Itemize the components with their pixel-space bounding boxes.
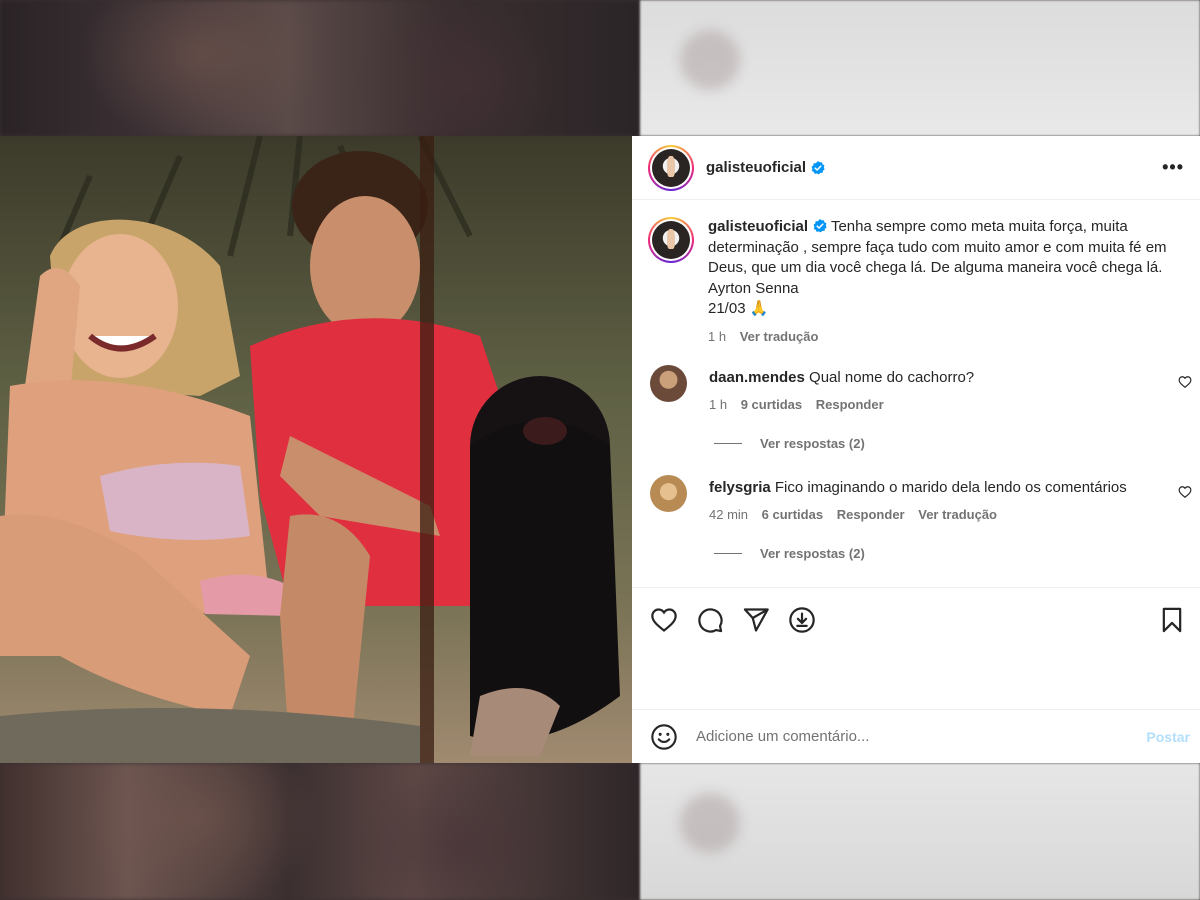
comment-item: daan.mendes Qual nome do cachorro? 1 h 9…	[632, 364, 1200, 412]
comment-meta: 42 min 6 curtidas Responder Ver tradução	[709, 507, 1184, 522]
add-comment-bar: Postar	[632, 709, 1200, 763]
comment-icon[interactable]	[696, 606, 724, 634]
post-comment-button[interactable]: Postar	[1146, 729, 1190, 745]
download-icon[interactable]	[788, 606, 816, 634]
caption-username[interactable]: galisteuoficial	[708, 218, 808, 235]
comment-item: felysgria Fico imaginando o marido dela …	[632, 474, 1200, 522]
see-translation-link[interactable]: Ver tradução	[740, 329, 819, 344]
commenter-username[interactable]: daan.mendes	[709, 369, 805, 386]
pray-emoji: 🙏	[749, 300, 769, 317]
comment-text-block: daan.mendes Qual nome do cachorro?	[709, 365, 1184, 388]
bookmark-icon[interactable]	[1158, 606, 1186, 634]
comment-text-block: felysgria Fico imaginando o marido dela …	[709, 475, 1184, 498]
post-header: galisteuoficial •••	[632, 136, 1200, 200]
author-username[interactable]: galisteuoficial	[706, 159, 806, 176]
post-photo-illustration	[0, 136, 632, 763]
verified-badge-icon	[813, 219, 827, 233]
comment-meta: 1 h 9 curtidas Responder	[709, 397, 1184, 412]
commenter-username[interactable]: felysgria	[709, 479, 771, 496]
replies-divider-line	[714, 442, 742, 444]
blurred-backdrop-top	[0, 0, 1200, 136]
post-photo	[0, 136, 632, 763]
more-options-icon[interactable]: •••	[1162, 157, 1184, 178]
comment-text: Fico imaginando o marido dela lendo os c…	[774, 478, 1127, 496]
commenter-avatar[interactable]	[650, 364, 687, 402]
comment-likes-count[interactable]: 6 curtidas	[762, 507, 823, 522]
caption-author-avatar[interactable]	[648, 217, 694, 263]
view-replies-label: Ver respostas (2)	[760, 545, 865, 561]
caption-text-block: galisteuoficial Tenha sempre como meta m…	[708, 217, 1184, 320]
comment-timestamp[interactable]: 1 h	[709, 397, 727, 412]
post-actions-bar	[632, 587, 1200, 651]
see-translation-link[interactable]: Ver tradução	[918, 507, 997, 522]
blurred-backdrop-bottom	[0, 763, 1200, 900]
like-comment-heart-icon[interactable]	[1178, 375, 1192, 389]
reply-link[interactable]: Responder	[816, 397, 884, 412]
reply-link[interactable]: Responder	[837, 507, 905, 522]
emoji-icon[interactable]	[650, 723, 678, 751]
comments-section[interactable]: galisteuoficial Tenha sempre como meta m…	[632, 201, 1200, 587]
post-caption: galisteuoficial Tenha sempre como meta m…	[632, 201, 1200, 344]
author-avatar[interactable]	[648, 144, 694, 191]
post-panel: galisteuoficial ••• galisteuoficial Tenh…	[632, 136, 1200, 763]
comment-timestamp[interactable]: 42 min	[709, 507, 748, 522]
caption-meta: 1 h Ver tradução	[708, 329, 1184, 344]
replies-divider-line	[714, 552, 742, 554]
view-replies-label: Ver respostas (2)	[760, 435, 865, 451]
blurred-panel-backdrop	[640, 763, 1200, 900]
comment-likes-count[interactable]: 9 curtidas	[741, 397, 802, 412]
blurred-panel-backdrop	[640, 0, 1200, 136]
verified-badge-icon	[811, 160, 825, 174]
caption-date: 21/03	[708, 300, 746, 317]
caption-timestamp[interactable]: 1 h	[708, 329, 726, 344]
like-comment-heart-icon[interactable]	[1178, 485, 1192, 499]
comment-text: Qual nome do cachorro?	[809, 368, 975, 386]
commenter-avatar[interactable]	[650, 474, 687, 512]
heart-icon[interactable]	[650, 606, 678, 634]
view-replies-button[interactable]: Ver respostas (2)	[714, 546, 1200, 561]
comment-input[interactable]	[696, 728, 1147, 745]
blurred-photo-backdrop	[0, 0, 640, 136]
send-icon[interactable]	[742, 606, 770, 634]
view-replies-button[interactable]: Ver respostas (2)	[714, 436, 1200, 451]
blurred-photo-backdrop	[0, 763, 640, 900]
